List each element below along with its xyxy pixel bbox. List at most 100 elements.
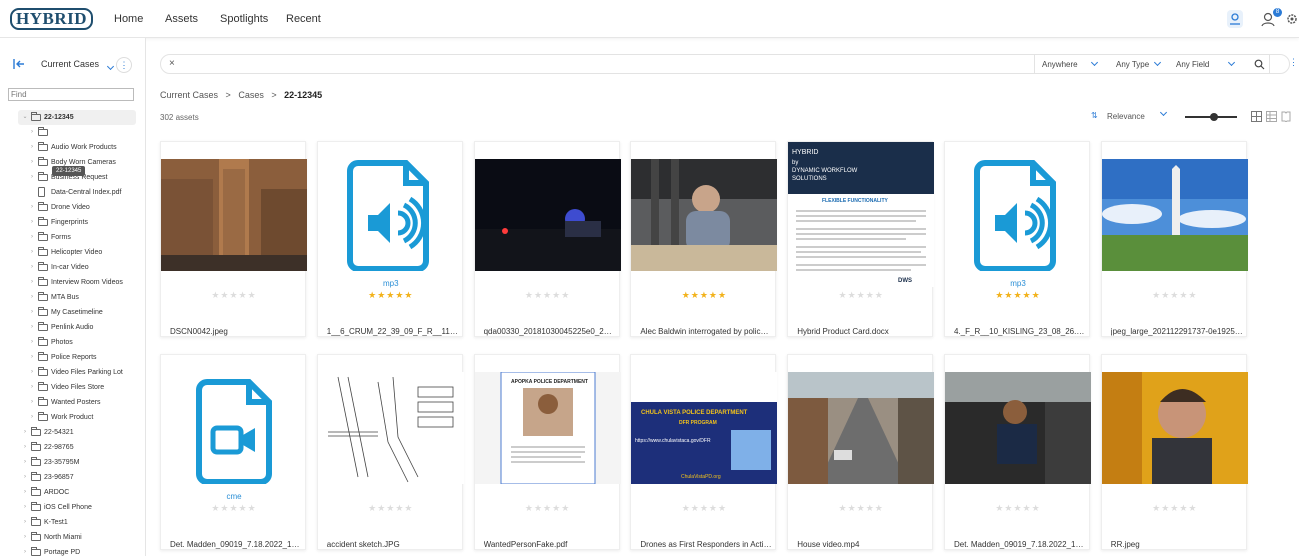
asset-thumbnail[interactable] [631,159,778,271]
tree-item[interactable]: › MTA Bus [0,290,146,305]
tree-item[interactable]: › Police Reports [0,350,146,365]
tree-item[interactable]: › Forms [0,230,146,245]
app-logo[interactable]: HYBRID [10,7,94,31]
tree-item[interactable]: › iOS Cell Phone [0,500,146,515]
asset-filename[interactable]: 4._F_R__10_KISLING_23_08_26.mp3 [954,327,1086,336]
chevron-icon[interactable]: › [22,455,28,470]
chevron-icon[interactable]: › [29,275,35,290]
star-rating[interactable]: ★★★★★ [161,290,307,301]
chevron-icon[interactable]: › [29,170,35,185]
asset-thumbnail[interactable]: CHULA VISTA POLICE DEPARTMENT DFR PROGRAM… [631,372,778,484]
tree-item[interactable]: › Wanted Posters [0,395,146,410]
asset-card[interactable]: ★★★★★ jpeg_large_202112291737-0e19257... [1100,141,1248,337]
asset-thumbnail[interactable] [474,159,621,271]
asset-filename[interactable]: Alec Baldwin interrogated by police ... [640,327,772,336]
clear-search-button[interactable]: × [169,58,175,69]
chevron-icon[interactable]: ⌄ [22,110,28,125]
star-rating[interactable]: ★★★★★ [475,503,621,514]
breadcrumb-current-cases[interactable]: Current Cases [160,90,218,100]
asset-filename[interactable]: accident sketch.JPG [327,540,459,549]
chevron-icon[interactable]: › [29,260,35,275]
chevron-icon[interactable]: › [22,470,28,485]
star-rating[interactable]: ★★★★★ [1102,290,1248,301]
chevron-icon[interactable]: › [29,245,35,260]
asset-card[interactable]: ★★★★★ accident sketch.JPG [316,354,464,550]
asset-card[interactable]: ★★★★★ Det. Madden_09019_7.18.2022_103... [944,354,1091,550]
asset-thumbnail[interactable]: HYBRID by DYNAMIC WORKFLOW SOLUTIONS FLEXIBL… [788,142,935,287]
chevron-icon[interactable]: › [29,410,35,425]
search-icon[interactable] [1254,59,1265,70]
audio-icon[interactable] [318,159,464,271]
chevron-icon[interactable]: › [29,335,35,350]
star-rating[interactable]: ★★★★★ [475,290,621,301]
asset-card[interactable]: CHULA VISTA POLICE DEPARTMENT DFR PROGRAM… [630,354,778,550]
tree-item[interactable]: › Penlink Audio [0,320,146,335]
search-more-icon[interactable]: ⋮ [1289,57,1298,68]
find-input[interactable]: Find [8,88,134,101]
tree-item[interactable]: › 22-54321 [0,425,146,440]
case-select-label[interactable]: Current Cases [41,59,99,69]
tree-item[interactable]: › Portage PD [0,545,146,560]
chevron-icon[interactable]: › [29,200,35,215]
tree-item[interactable]: › My Casetimeline [0,305,146,320]
tree-item[interactable]: › Work Product [0,410,146,425]
tree-item[interactable]: › Video Files Parking Lot [0,365,146,380]
chevron-icon[interactable]: › [22,515,28,530]
chevron-icon[interactable]: › [22,440,28,455]
star-rating[interactable]: ★★★★★ [945,290,1091,301]
nav-recent[interactable]: Recent [286,0,321,38]
asset-filename[interactable]: qda00330_20181030045225e0_201... [484,327,616,336]
star-rating[interactable]: ★★★★★ [631,503,777,514]
chevron-icon[interactable]: › [29,215,35,230]
tree-item[interactable]: › 23-96857 [0,470,146,485]
chevron-icon[interactable]: › [29,380,35,395]
asset-thumbnail[interactable] [788,372,935,484]
breadcrumb-cases[interactable]: Cases [238,90,264,100]
tree-item[interactable]: › 23-35795M [0,455,146,470]
more-options-icon[interactable]: ⋮ [116,57,132,73]
chevron-icon[interactable]: › [29,320,35,335]
star-rating[interactable]: ★★★★★ [161,503,307,514]
chevron-icon[interactable]: › [22,530,28,545]
nav-spotlights[interactable]: Spotlights [220,0,268,38]
gear-icon[interactable] [1285,9,1299,29]
tree-item[interactable]: › Drone Video [0,200,146,215]
scope-dropdown[interactable]: Anywhere [1042,55,1098,75]
chevron-icon[interactable]: › [22,425,28,440]
tree-item[interactable]: › Fingerprints [0,215,146,230]
sort-label[interactable]: Relevance [1107,112,1145,121]
star-rating[interactable]: ★★★★★ [631,290,777,301]
chevron-down-icon[interactable] [102,58,115,76]
asset-card[interactable]: APOPKA POLICE DEPARTMENT ★★★★★ WantedPerso… [473,354,621,550]
list-view-icon[interactable] [1266,111,1277,122]
tree-item[interactable]: › [0,125,146,140]
chevron-icon[interactable]: › [29,290,35,305]
star-rating[interactable]: ★★★★★ [788,503,934,514]
asset-filename[interactable]: WantedPersonFake.pdf [484,540,616,549]
asset-card[interactable]: mp3 ★★★★★ 4._F_R__10_KISLING_23_08_26.mp3 [944,141,1090,337]
field-dropdown[interactable]: Any Field [1176,55,1236,75]
video-icon[interactable] [161,372,307,484]
chevron-icon[interactable]: › [29,395,35,410]
star-rating[interactable]: ★★★★★ [318,290,464,301]
chevron-icon[interactable]: › [29,350,35,365]
chevron-icon[interactable]: › [29,140,35,155]
grid-view-icon[interactable] [1251,111,1262,122]
asset-card[interactable]: HYBRID by DYNAMIC WORKFLOW SOLUTIONS FLEXIBL… [787,141,935,337]
chevron-icon[interactable]: › [29,125,35,140]
asset-filename[interactable]: House video.mp4 [797,540,929,549]
tree-item[interactable]: › K-Test1 [0,515,146,530]
chevron-icon[interactable]: › [29,365,35,380]
upload-icon[interactable] [1225,9,1245,29]
asset-thumbnail[interactable] [317,372,464,484]
chevron-icon[interactable]: › [22,500,28,515]
asset-filename[interactable]: Hybrid Product Card.docx [797,327,929,336]
asset-filename[interactable]: Drones as First Responders in Actio... [640,540,772,549]
asset-filename[interactable]: jpeg_large_202112291737-0e19257... [1111,327,1243,336]
type-dropdown[interactable]: Any Type [1116,55,1162,75]
star-rating[interactable]: ★★★★★ [1102,503,1248,514]
tree-item[interactable]: › North Miami [0,530,146,545]
asset-thumbnail[interactable] [1101,159,1248,271]
asset-filename[interactable]: RR.jpeg [1111,540,1243,549]
chevron-icon[interactable]: › [22,545,28,560]
